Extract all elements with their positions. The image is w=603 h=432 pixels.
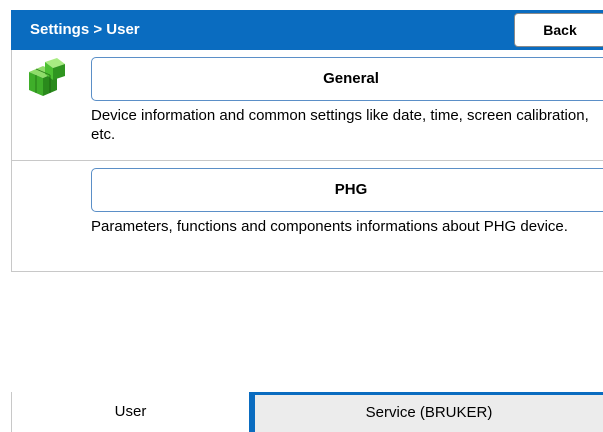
general-section: General Device information and common se… <box>11 50 603 161</box>
title-bar: Settings > User Back <box>11 10 603 50</box>
phg-button[interactable]: PHG <box>91 168 603 212</box>
back-button[interactable]: Back <box>514 13 603 47</box>
tab-service-bruker[interactable]: Service (BRUKER) <box>249 392 603 432</box>
bottom-tab-bar: User Service (BRUKER) <box>11 392 603 432</box>
phg-section: PHG Parameters, functions and components… <box>11 161 603 272</box>
tab-user[interactable]: User <box>11 392 249 432</box>
page-title: Settings > User <box>30 21 140 38</box>
phg-description: Parameters, functions and components inf… <box>91 218 568 235</box>
general-button[interactable]: General <box>91 57 603 101</box>
green-cube-icon <box>29 58 65 96</box>
general-description: Device information and common settings l… <box>91 107 589 143</box>
